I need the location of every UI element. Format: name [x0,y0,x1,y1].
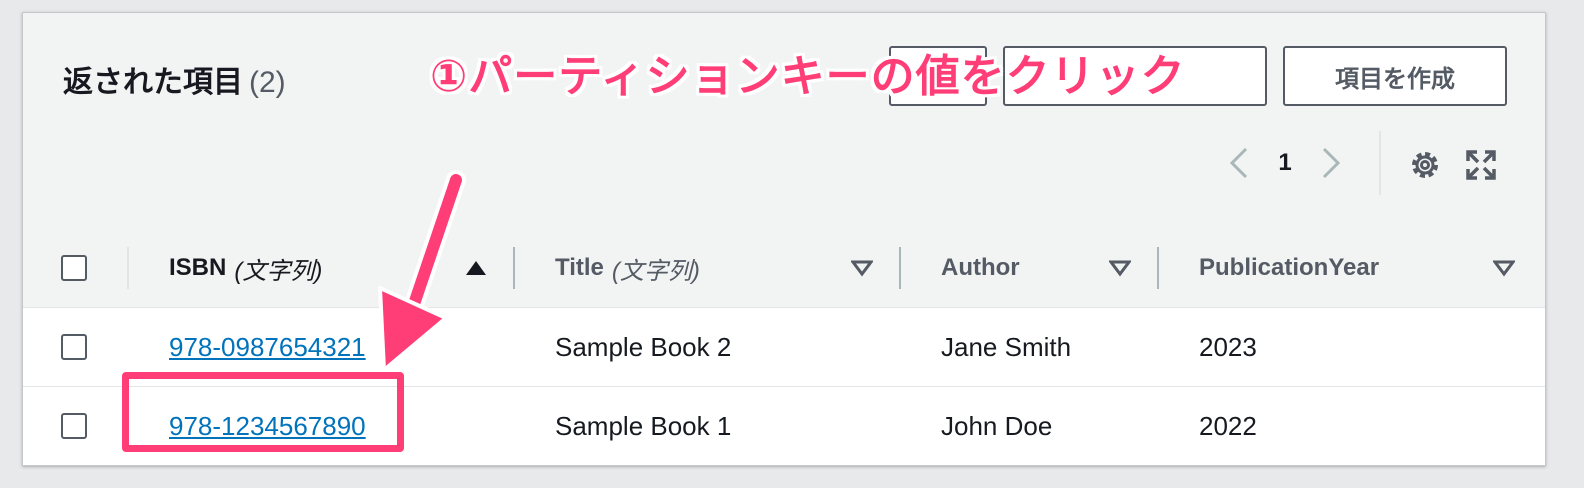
annotation-label: ①パーティションキーの値をクリック [430,52,1186,101]
